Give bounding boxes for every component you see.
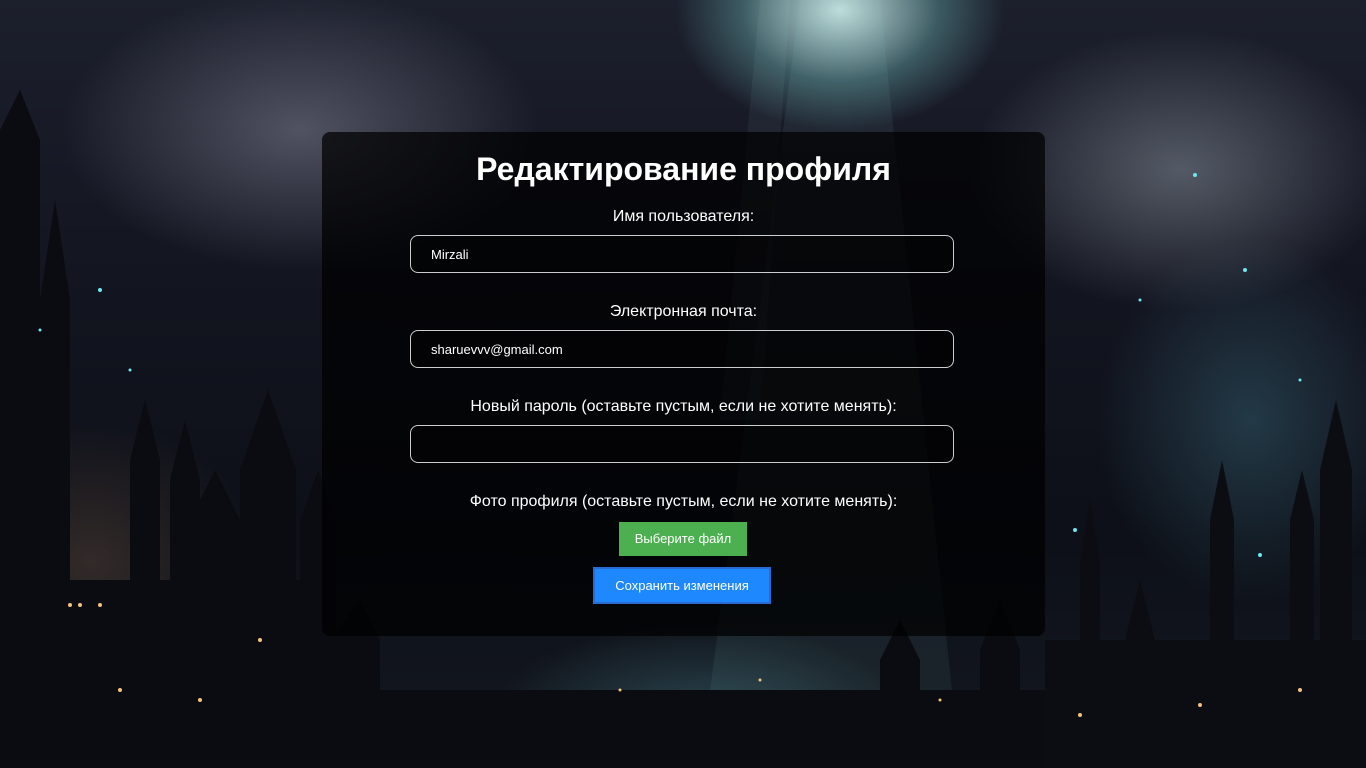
username-input[interactable] xyxy=(410,235,954,273)
choose-file-button[interactable]: Выберите файл xyxy=(619,522,747,556)
save-changes-button[interactable]: Сохранить изменения xyxy=(593,567,771,604)
password-input[interactable] xyxy=(410,425,954,463)
page-title: Редактирование профиля xyxy=(476,151,891,187)
edit-profile-card: Редактирование профиля Имя пользователя:… xyxy=(322,132,1045,636)
photo-label: Фото профиля (оставьте пустым, если не х… xyxy=(469,493,898,510)
email-label: Электронная почта: xyxy=(609,303,758,320)
username-label: Имя пользователя: xyxy=(612,208,755,225)
email-input[interactable] xyxy=(410,330,954,368)
password-label: Новый пароль (оставьте пустым, если не х… xyxy=(470,398,897,415)
